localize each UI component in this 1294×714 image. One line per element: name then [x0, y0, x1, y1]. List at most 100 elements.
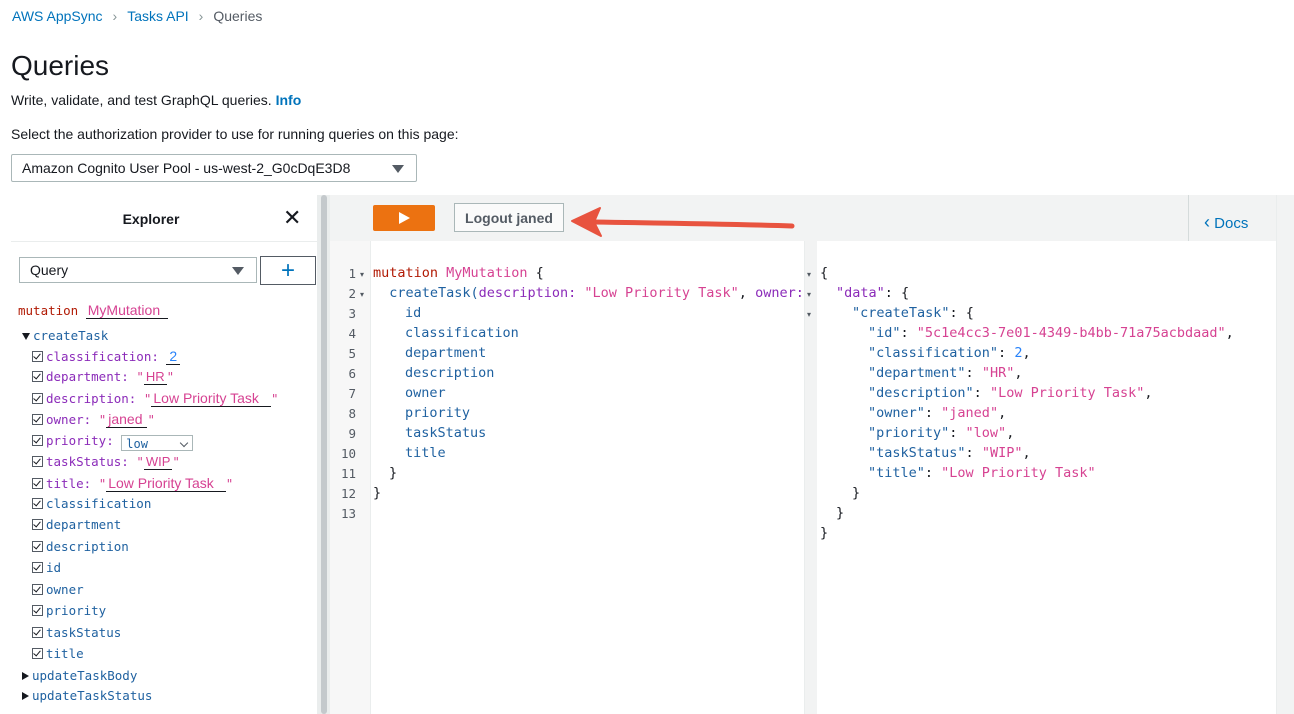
fold-icon[interactable]: ▾ — [360, 270, 364, 279]
code-field: createTask( — [389, 285, 479, 301]
field-owner[interactable]: owner — [32, 582, 84, 597]
line-number: 1 — [348, 266, 356, 281]
fold-icon[interactable]: ▾ — [360, 290, 364, 299]
tree-item-updatetaskbody[interactable]: updateTaskBody — [22, 668, 137, 683]
result-entry: "classification": 2, — [868, 345, 1031, 361]
code-field-line: priority — [405, 405, 471, 421]
result-key: "classification" — [868, 345, 999, 361]
field-description[interactable]: description — [32, 539, 129, 554]
docs-label: Docs — [1214, 215, 1249, 232]
docs-button[interactable]: ‹ Docs — [1204, 212, 1248, 233]
checkbox-icon[interactable] — [32, 605, 43, 616]
checkbox-icon[interactable] — [32, 478, 43, 489]
arg-name: taskStatus: — [46, 454, 129, 469]
code-line-1: mutation MyMutation { — [373, 265, 544, 281]
code-field-line: taskStatus — [405, 425, 487, 441]
result-key: "id" — [868, 325, 901, 341]
arg-value-input[interactable]: Low Priority Task — [151, 390, 271, 407]
field-label: id — [46, 560, 62, 575]
query-editor[interactable] — [330, 241, 804, 714]
checkbox-icon[interactable] — [32, 498, 43, 509]
arg-priority[interactable]: priority: low — [32, 433, 194, 451]
logout-button[interactable]: Logout janed — [454, 203, 564, 232]
checkbox-icon[interactable] — [32, 414, 43, 425]
line-number: 4 — [348, 326, 356, 341]
arg-owner[interactable]: owner: " janed " — [32, 411, 155, 428]
auth-provider-select[interactable]: Amazon Cognito User Pool - us-west-2_G0c… — [11, 154, 417, 182]
tree-item-label: updateTaskStatus — [32, 688, 153, 703]
editor-result-divider[interactable]: ▾ ▾ ▾ — [804, 241, 818, 714]
arg-title[interactable]: title: " Low Priority Task " — [32, 475, 233, 492]
breadcrumb-api-link[interactable]: Tasks API — [127, 8, 188, 24]
right-scroll-edge — [1276, 195, 1294, 714]
fold-icon[interactable]: ▾ — [807, 310, 811, 319]
line-number: 5 — [348, 346, 356, 361]
result-entry: "title": "Low Priority Task" — [868, 465, 1096, 481]
add-operation-button[interactable]: + — [260, 256, 316, 285]
fold-icon[interactable]: ▾ — [807, 270, 811, 279]
result-close-brace: } — [852, 485, 861, 501]
mutation-header: mutation MyMutation — [18, 302, 169, 319]
line-number: 6 — [348, 366, 356, 381]
breadcrumb-appsync-link[interactable]: AWS AppSync — [12, 8, 103, 24]
result-key: "data" — [836, 285, 885, 301]
checkbox-icon[interactable] — [32, 371, 43, 382]
field-label: description — [46, 539, 129, 554]
tree-item-updatetaskstatus[interactable]: updateTaskStatus — [22, 688, 152, 703]
explorer-header: Explorer ✕ — [11, 195, 317, 242]
code-field-line: id — [405, 305, 422, 321]
arg-value-input[interactable]: 2 — [166, 348, 181, 365]
arg-name: owner: — [46, 412, 92, 427]
arg-value-input[interactable]: HR — [143, 369, 167, 385]
mutation-name-input[interactable]: MyMutation — [85, 302, 169, 319]
field-priority[interactable]: priority — [32, 603, 106, 618]
result-close-brace: } — [836, 505, 845, 521]
tree-item-label: updateTaskBody — [32, 668, 138, 683]
result-value: "WIP" — [981, 445, 1023, 461]
arg-taskstatus[interactable]: taskStatus: " WIP " — [32, 454, 180, 470]
checkbox-icon[interactable] — [32, 351, 43, 362]
arg-name: title: — [46, 476, 92, 491]
field-label: taskStatus — [46, 625, 122, 640]
tree-root-createtask[interactable]: createTask — [22, 328, 108, 343]
result-open-brace: { — [820, 265, 829, 281]
checkbox-icon[interactable] — [32, 456, 43, 467]
fold-icon[interactable]: ▾ — [807, 290, 811, 299]
triangle-down-icon — [22, 333, 30, 340]
arg-description[interactable]: description: " Low Priority Task " — [32, 390, 278, 407]
auth-provider-value: Amazon Cognito User Pool - us-west-2_G0c… — [22, 160, 351, 176]
field-classification[interactable]: classification — [32, 496, 151, 511]
checkbox-icon[interactable] — [32, 562, 43, 573]
checkbox-icon[interactable] — [32, 541, 43, 552]
checkbox-icon[interactable] — [32, 519, 43, 530]
field-title[interactable]: title — [32, 646, 84, 661]
checkbox-icon[interactable] — [32, 393, 43, 404]
code-punct: { — [527, 265, 544, 281]
checkbox-icon[interactable] — [32, 435, 43, 446]
field-taskstatus[interactable]: taskStatus — [32, 625, 121, 640]
priority-select[interactable]: low — [121, 435, 194, 451]
result-entry: "department": "HR", — [868, 365, 1023, 381]
checkbox-icon[interactable] — [32, 584, 43, 595]
close-icon[interactable]: ✕ — [283, 205, 301, 231]
checkbox-icon[interactable] — [32, 627, 43, 638]
pane-resize-handle[interactable] — [321, 195, 327, 714]
result-value: "Low Priority Task" — [941, 465, 1096, 481]
info-link[interactable]: Info — [276, 92, 302, 108]
arg-value-input[interactable]: WIP — [143, 454, 173, 470]
code-field-line: classification — [405, 325, 519, 341]
field-id[interactable]: id — [32, 560, 61, 575]
annotation-arrow-icon — [571, 207, 795, 237]
run-button[interactable] — [373, 205, 435, 231]
arg-value-input[interactable]: Low Priority Task — [106, 475, 226, 492]
operation-type-select[interactable]: Query — [19, 257, 257, 283]
result-entry: "owner": "janed", — [868, 405, 1007, 421]
field-department[interactable]: department — [32, 517, 121, 532]
chevron-right-icon: › — [112, 8, 118, 24]
checkbox-icon[interactable] — [32, 648, 43, 659]
result-entry: "taskStatus": "WIP", — [868, 445, 1031, 461]
code-arg: owner: — [755, 285, 803, 301]
arg-department[interactable]: department: " HR " — [32, 369, 174, 385]
arg-classification[interactable]: classification: 2 — [32, 348, 181, 365]
arg-value-input[interactable]: janed — [106, 411, 148, 428]
